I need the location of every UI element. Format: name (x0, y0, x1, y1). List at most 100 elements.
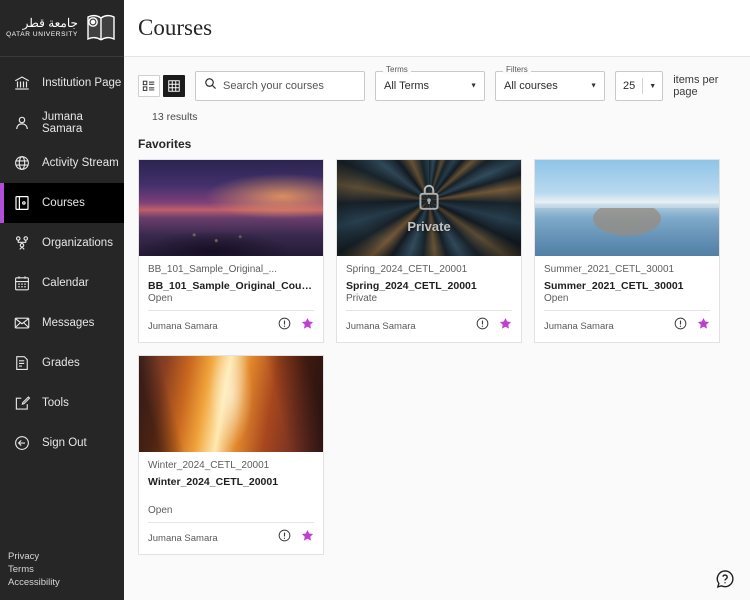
course-card[interactable]: Winter_2024_CETL_20001 Winter_2024_CETL_… (138, 355, 324, 555)
course-name[interactable]: Spring_2024_CETL_20001 (346, 280, 512, 292)
sidebar-spacer (0, 463, 124, 551)
sidebar-item-messages[interactable]: Messages (0, 303, 124, 343)
toolbar-wrapper: Terms All Terms ▼ Filters All courses ▼ … (124, 57, 750, 123)
list-view-button[interactable] (138, 75, 160, 97)
terms-select-value: All Terms (384, 80, 429, 92)
terms-select[interactable]: Terms All Terms ▼ (375, 71, 485, 101)
sidebar-item-profile[interactable]: Jumana Samara (0, 103, 124, 143)
info-icon[interactable] (278, 317, 291, 335)
course-card-footer: Jumana Samara (148, 522, 314, 554)
footer-link-terms[interactable]: Terms (8, 564, 124, 575)
course-card-actions (476, 317, 512, 335)
course-card-actions (674, 317, 710, 335)
toolbar: Terms All Terms ▼ Filters All courses ▼ … (138, 71, 736, 101)
course-thumbnail (139, 160, 323, 256)
favorite-star-icon[interactable] (301, 317, 314, 335)
course-card-body: Summer_2021_CETL_30001 Summer_2021_CETL_… (535, 256, 719, 310)
favorites-section-title: Favorites (124, 123, 750, 159)
page-title: Courses (138, 15, 212, 41)
calendar-icon (12, 273, 32, 293)
chevron-down-icon: ▼ (643, 83, 662, 90)
course-thumbnail (535, 160, 719, 256)
sidebar-item-label: Jumana Samara (42, 111, 124, 135)
course-id: Summer_2021_CETL_30001 (544, 264, 710, 275)
course-name[interactable]: Summer_2021_CETL_30001 (544, 280, 710, 292)
filters-select[interactable]: Filters All courses ▼ (495, 71, 605, 101)
grid-view-button[interactable] (163, 75, 185, 97)
tools-icon (12, 393, 32, 413)
sidebar: جامعة قطر QATAR UNIVERSITY (0, 0, 124, 600)
institution-icon (12, 73, 32, 93)
sidebar-item-institution-page[interactable]: Institution Page (0, 63, 124, 103)
search-icon (204, 77, 217, 95)
course-card-grid: BB_101_Sample_Original_... BB_101_Sample… (124, 159, 750, 555)
brand-text: جامعة قطر QATAR UNIVERSITY (6, 17, 78, 39)
sidebar-item-grades[interactable]: Grades (0, 343, 124, 383)
organizations-icon (12, 233, 32, 253)
sidebar-nav: Institution Page Jumana Samara Acti (0, 57, 124, 463)
course-name[interactable]: BB_101_Sample_Original_Course (148, 280, 314, 292)
filters-select-legend: Filters (503, 66, 531, 74)
sign-out-icon (12, 433, 32, 453)
course-card-body: Winter_2024_CETL_20001 Winter_2024_CETL_… (139, 452, 323, 522)
chevron-down-icon: ▼ (470, 83, 477, 90)
search-input-wrapper[interactable] (195, 71, 365, 101)
sidebar-item-label: Calendar (42, 277, 89, 289)
info-icon[interactable] (278, 529, 291, 547)
help-button[interactable] (714, 568, 736, 590)
private-overlay-label: Private (407, 219, 450, 234)
search-input[interactable] (223, 80, 356, 92)
items-per-page-select[interactable]: 25 ▼ (615, 71, 663, 101)
course-id: Spring_2024_CETL_20001 (346, 264, 512, 275)
main-content: Courses (124, 0, 750, 600)
course-name[interactable]: Winter_2024_CETL_20001 (148, 476, 314, 488)
app-root: جامعة قطر QATAR UNIVERSITY (0, 0, 750, 600)
messages-icon (12, 313, 32, 333)
user-icon (12, 113, 32, 133)
course-instructor: Jumana Samara (346, 321, 416, 332)
view-toggle-group (138, 75, 185, 97)
sidebar-item-tools[interactable]: Tools (0, 383, 124, 423)
course-instructor: Jumana Samara (148, 321, 218, 332)
sidebar-item-organizations[interactable]: Organizations (0, 223, 124, 263)
course-card[interactable]: Private Spring_2024_CETL_20001 Spring_20… (336, 159, 522, 343)
items-per-page-label: items per page (673, 74, 736, 98)
sidebar-item-activity-stream[interactable]: Activity Stream (0, 143, 124, 183)
course-card-footer: Jumana Samara (346, 310, 512, 342)
sidebar-item-label: Messages (42, 317, 94, 329)
brand-logo-block[interactable]: جامعة قطر QATAR UNIVERSITY (0, 0, 124, 57)
course-status: Private (346, 293, 512, 304)
course-card-body: BB_101_Sample_Original_... BB_101_Sample… (139, 256, 323, 310)
course-card[interactable]: Summer_2021_CETL_30001 Summer_2021_CETL_… (534, 159, 720, 343)
course-status: Open (148, 505, 314, 516)
brand-arabic-name: جامعة قطر (23, 17, 78, 29)
favorite-star-icon[interactable] (499, 317, 512, 335)
sidebar-item-label: Institution Page (42, 77, 121, 89)
course-card-actions (278, 529, 314, 547)
info-icon[interactable] (476, 317, 489, 335)
sidebar-item-label: Tools (42, 397, 69, 409)
footer-link-accessibility[interactable]: Accessibility (8, 577, 124, 588)
course-card-body: Spring_2024_CETL_20001 Spring_2024_CETL_… (337, 256, 521, 310)
sidebar-item-label: Organizations (42, 237, 113, 249)
course-card[interactable]: BB_101_Sample_Original_... BB_101_Sample… (138, 159, 324, 343)
favorite-star-icon[interactable] (301, 529, 314, 547)
private-overlay: Private (337, 160, 521, 256)
course-card-footer: Jumana Samara (148, 310, 314, 342)
course-instructor: Jumana Samara (544, 321, 614, 332)
chevron-down-icon: ▼ (590, 83, 597, 90)
page-header: Courses (124, 0, 750, 57)
help-chat-icon (714, 577, 736, 594)
university-crest-icon (84, 12, 118, 44)
course-status: Open (544, 293, 710, 304)
sidebar-item-calendar[interactable]: Calendar (0, 263, 124, 303)
info-icon[interactable] (674, 317, 687, 335)
sidebar-item-sign-out[interactable]: Sign Out (0, 423, 124, 463)
course-status: Open (148, 293, 314, 304)
sidebar-item-courses[interactable]: Courses (0, 183, 124, 223)
footer-link-privacy[interactable]: Privacy (8, 551, 124, 562)
sidebar-footer-links: Privacy Terms Accessibility (0, 551, 124, 600)
favorite-star-icon[interactable] (697, 317, 710, 335)
results-count: 13 results (138, 101, 736, 123)
course-card-actions (278, 317, 314, 335)
